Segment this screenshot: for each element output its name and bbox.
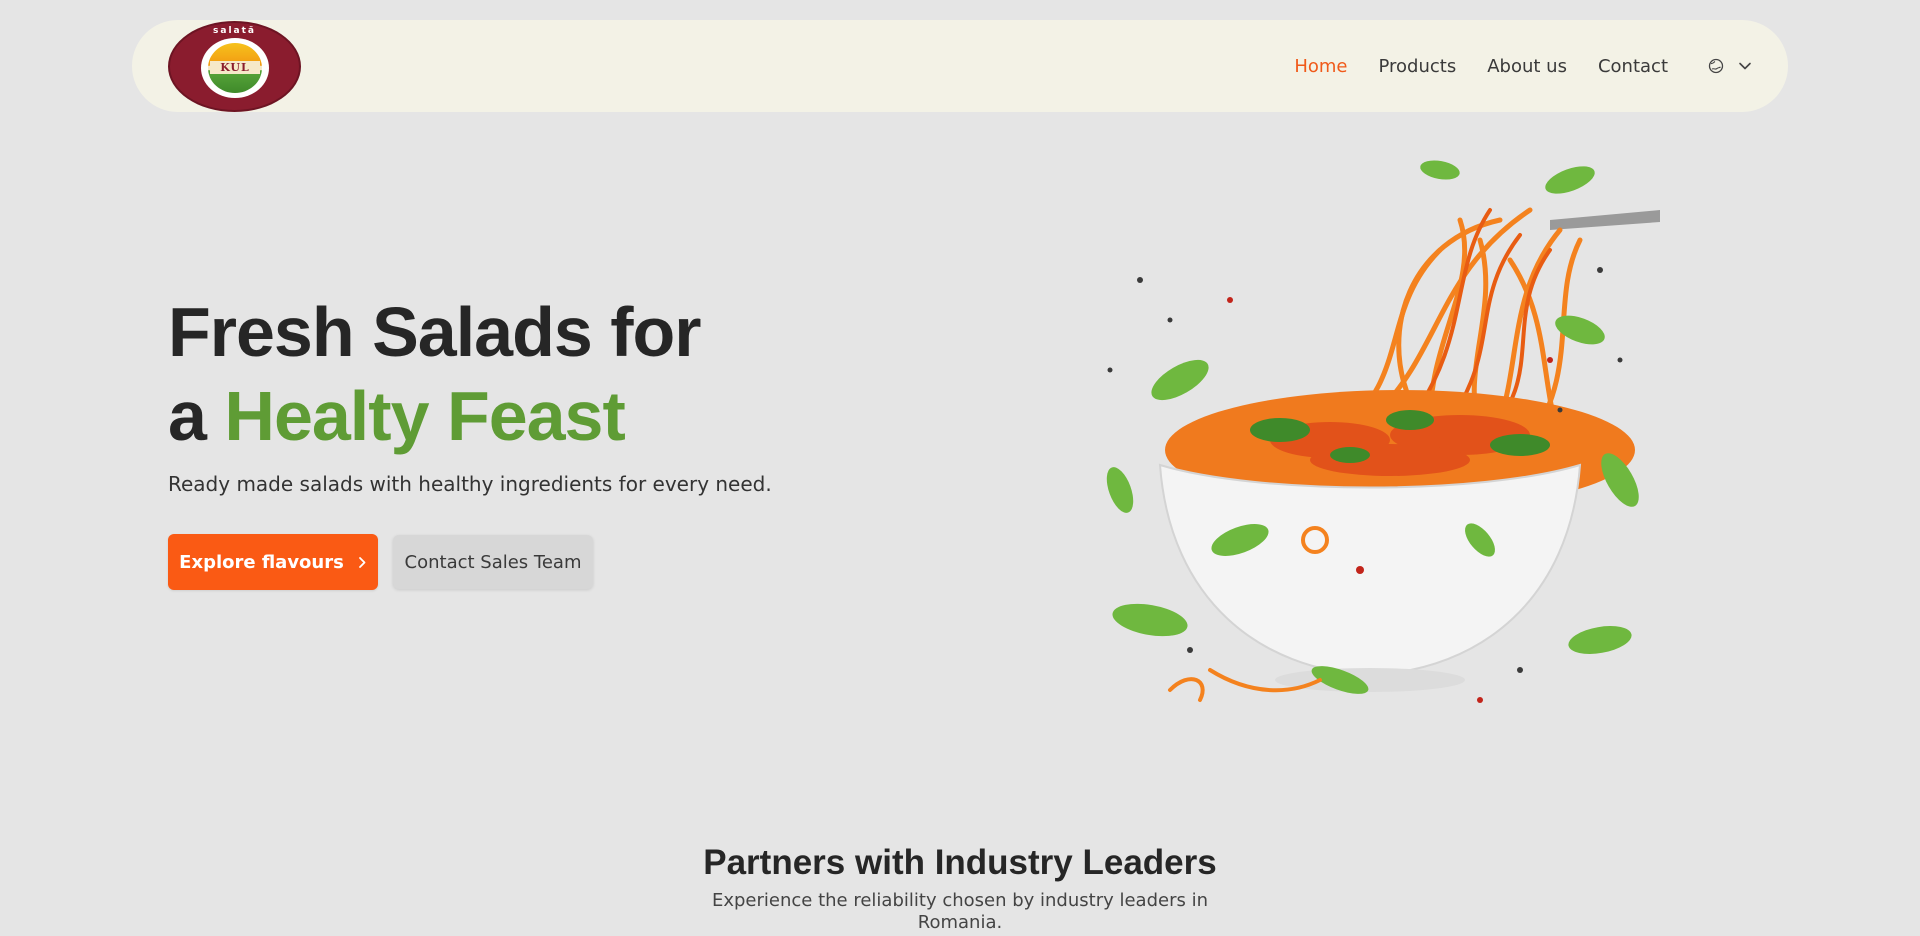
partners-title: Partners with Industry Leaders (703, 843, 1217, 882)
partners-subtitle: Experience the reliability chosen by ind… (711, 890, 1208, 933)
logo-brand-text: KUL (210, 60, 260, 74)
page: salată KUL Home Products About us Contac… (0, 0, 1920, 936)
chevron-down-icon (1739, 62, 1751, 70)
hero-title-prefix: a (168, 377, 225, 455)
hero-title: Fresh Salads for a Healty Feast (168, 290, 702, 458)
explore-flavours-label: Explore flavours (179, 551, 344, 573)
hero-title-line1: Fresh Salads for (168, 293, 702, 371)
hero-subtitle: Ready made salads with healthy ingredien… (168, 472, 772, 496)
nav-item-contact[interactable]: Contact (1598, 56, 1668, 77)
contact-sales-label: Contact Sales Team (404, 551, 582, 573)
brand-logo[interactable]: salată KUL (168, 20, 301, 112)
chevron-right-icon (358, 556, 366, 568)
contact-sales-button[interactable]: Contact Sales Team (393, 535, 593, 589)
logo-top-word: salată (213, 25, 256, 36)
explore-flavours-button[interactable]: Explore flavours (168, 534, 378, 590)
nav-item-about-us[interactable]: About us (1487, 56, 1567, 77)
main-navigation: Home Products About us Contact (1263, 56, 1752, 77)
language-switcher[interactable] (1708, 58, 1752, 74)
globe-icon (1708, 58, 1724, 74)
nav-item-home[interactable]: Home (1294, 56, 1347, 77)
salad-bowl-image (1106, 160, 1660, 703)
navbar: salată KUL Home Products About us Contac… (132, 20, 1788, 112)
nav-item-products[interactable]: Products (1379, 56, 1457, 77)
hero-title-accent: Healty Feast (224, 377, 625, 455)
